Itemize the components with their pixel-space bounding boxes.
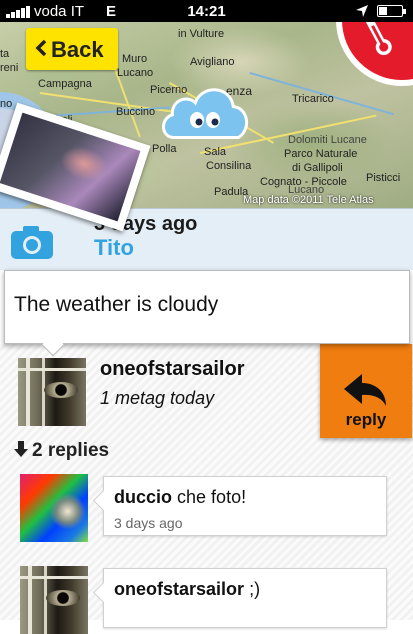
map-label: Buccino — [116, 106, 156, 118]
avatar[interactable] — [18, 358, 86, 426]
map-label: Tricarico — [292, 93, 334, 105]
map-label: di Gallipoli — [292, 162, 343, 174]
avatar[interactable] — [20, 474, 88, 542]
location-arrow-icon — [356, 5, 368, 17]
reply-username-link[interactable]: oneofstarsailor — [114, 579, 244, 599]
reply-button-label: reply — [345, 410, 387, 429]
post-header: 3 days ago Tito — [0, 208, 413, 270]
cloudy-weather-icon — [162, 88, 249, 139]
camera-icon — [11, 226, 53, 259]
map-label: in Vulture — [178, 28, 225, 40]
map-label: Campagna — [38, 78, 92, 90]
map-label: Avigliano — [190, 56, 235, 68]
reply-time: 3 days ago — [114, 515, 183, 531]
reply-text: che foto! — [177, 487, 247, 507]
back-button-label: Back — [51, 37, 104, 62]
post-text-card: The weather is cloudy — [4, 270, 410, 357]
status-bar: voda IT E 14:21 — [0, 0, 413, 22]
author-metag-count: 1 metag today — [100, 388, 215, 408]
chevron-left-icon — [35, 39, 47, 57]
post-text: The weather is cloudy — [14, 293, 219, 316]
map-label: Pisticci — [366, 172, 401, 184]
reply-bubble: oneofstarsailor ;) — [103, 568, 387, 628]
reply-username-link[interactable]: duccio — [114, 487, 172, 507]
map-label: Parco Naturale — [284, 148, 358, 160]
map-label: reni — [0, 62, 19, 74]
map-label: Muro — [122, 53, 148, 65]
reply-arrow-icon — [344, 374, 386, 406]
map-attribution: Map data ©2011 Tele Atlas — [243, 194, 374, 206]
battery-icon — [377, 5, 406, 17]
replies-heading: 2 replies — [14, 440, 109, 462]
map-label: Consilina — [206, 160, 252, 172]
replies-count: 2 replies — [32, 440, 110, 461]
clock: 14:21 — [187, 3, 226, 20]
map-label: Lucano — [117, 67, 154, 79]
author-username-link[interactable]: oneofstarsailor — [100, 358, 244, 381]
map-label: Dolomiti Lucane — [288, 134, 367, 146]
comments-section[interactable]: oneofstarsailor 1 metag today reply 2 re… — [0, 344, 413, 634]
post-username-link[interactable]: Tito — [94, 235, 134, 261]
avatar[interactable] — [20, 566, 88, 634]
reply-bubble: duccio che foto! 3 days ago — [103, 476, 387, 536]
arrow-down-icon — [14, 441, 28, 457]
reply-text: ;) — [249, 579, 261, 599]
back-button[interactable]: Back — [26, 28, 118, 70]
reply-button[interactable]: reply — [320, 344, 412, 438]
map-label: ta — [0, 48, 10, 60]
